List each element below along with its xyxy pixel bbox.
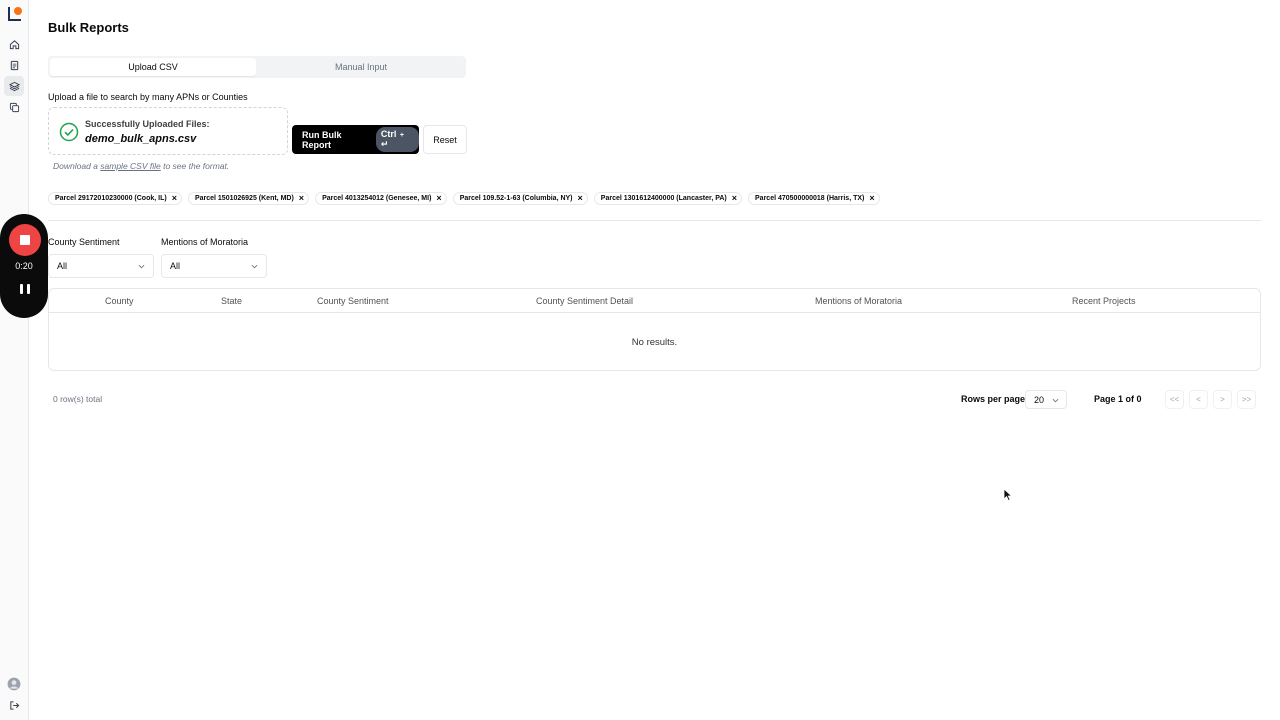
user-avatar-icon [7,677,21,691]
parcel-chip: Parcel 4013254012 (Genesee, MI) × [315,192,447,205]
row-count: 0 row(s) total [53,394,103,404]
sidebar-item-reports[interactable] [4,55,24,75]
rows-per-page-label: Rows per page [961,394,1026,404]
close-icon[interactable]: × [869,194,874,203]
rows-per-page-select[interactable]: 20 [1025,390,1067,409]
sample-csv-note: Download a sample CSV file to see the fo… [53,161,230,171]
close-icon[interactable]: × [436,194,441,203]
tab-manual-input[interactable]: Manual Input [258,58,464,76]
file-dropzone[interactable]: Successfully Uploaded Files: demo_bulk_a… [48,107,288,155]
document-icon [10,60,18,70]
home-icon [9,39,19,49]
parcel-chip: Parcel 1301612400000 (Lancaster, PA) × [593,192,743,205]
parcel-chip: Parcel 29172010230000 (Cook, IL) × [48,192,182,205]
close-icon[interactable]: × [578,194,583,203]
run-button-label: Run Bulk Report [302,129,342,150]
page-title: Bulk Reports [48,20,129,35]
table-header: County State County Sentiment County Sen… [49,289,1260,313]
empty-state-text: No results. [631,337,678,348]
sidebar-item-copy[interactable] [4,97,24,117]
sidebar-item-bulk-reports[interactable] [4,76,24,96]
close-icon[interactable]: × [732,194,737,203]
uploaded-file-name: demo_bulk_apns.csv [85,133,197,145]
last-page-button[interactable]: >> [1237,390,1256,409]
column-header-sentiment-detail[interactable]: County Sentiment Detail [536,296,633,306]
moratoria-filter-label: Mentions of Moratoria [161,237,249,247]
moratoria-filter-select[interactable]: All [161,254,267,278]
column-header-state[interactable]: State [221,296,242,306]
section-divider [48,220,1261,221]
chevron-down-icon [1052,398,1059,403]
stop-icon [20,235,30,245]
keyboard-shortcut-badge: Ctrl + ↵ [375,127,419,152]
first-page-button[interactable]: << [1165,390,1184,409]
parcel-chip: Parcel 109.52-1-63 (Columbia, NY) × [452,192,588,205]
input-mode-tabs: Upload CSV Manual Input [48,56,466,78]
sentiment-filter-select[interactable]: All [48,254,154,278]
close-icon[interactable]: × [172,194,177,203]
layers-icon [8,81,20,91]
upload-label: Upload a file to search by many APNs or … [48,92,248,102]
sidebar-item-profile[interactable] [4,674,24,694]
cursor-icon [1003,488,1013,502]
run-bulk-report-button[interactable]: Run Bulk Report Ctrl + ↵ [292,125,419,154]
column-header-county[interactable]: County [105,296,134,306]
check-circle-icon [59,122,79,142]
screen-recorder: 0:20 [0,214,48,318]
page-info: Page 1 of 0 [1094,394,1142,404]
logout-icon [9,700,19,710]
tab-upload-csv[interactable]: Upload CSV [50,58,256,76]
pause-icon[interactable] [20,284,30,294]
upload-status-label: Successfully Uploaded Files: [85,119,210,129]
column-header-moratoria[interactable]: Mentions of Moratoria [815,296,902,306]
previous-page-button[interactable]: < [1189,390,1208,409]
sidebar-item-home[interactable] [4,34,24,54]
copy-icon [9,102,19,112]
chevron-down-icon [138,264,145,269]
next-page-button[interactable]: > [1213,390,1232,409]
recording-timer: 0:20 [15,261,33,271]
column-header-recent-projects[interactable]: Recent Projects [1072,296,1136,306]
stop-recording-button[interactable] [9,224,41,256]
parcel-chip: Parcel 470500000018 (Harris, TX) × [748,192,880,205]
sidebar [0,0,29,720]
sentiment-filter-label: County Sentiment [48,237,120,247]
logo-icon[interactable] [6,5,24,23]
parcel-chip: Parcel 1501026925 (Kent, MD) × [187,192,310,205]
reset-button[interactable]: Reset [423,125,467,154]
parcel-chip-list: Parcel 29172010230000 (Cook, IL) × Parcel… [48,192,880,205]
sample-csv-link[interactable]: sample CSV file [100,161,160,171]
column-header-county-sentiment[interactable]: County Sentiment [317,296,389,306]
sidebar-item-logout[interactable] [4,695,24,715]
close-icon[interactable]: × [299,194,304,203]
chevron-down-icon [251,264,258,269]
results-table: County State County Sentiment County Sen… [48,288,1261,371]
